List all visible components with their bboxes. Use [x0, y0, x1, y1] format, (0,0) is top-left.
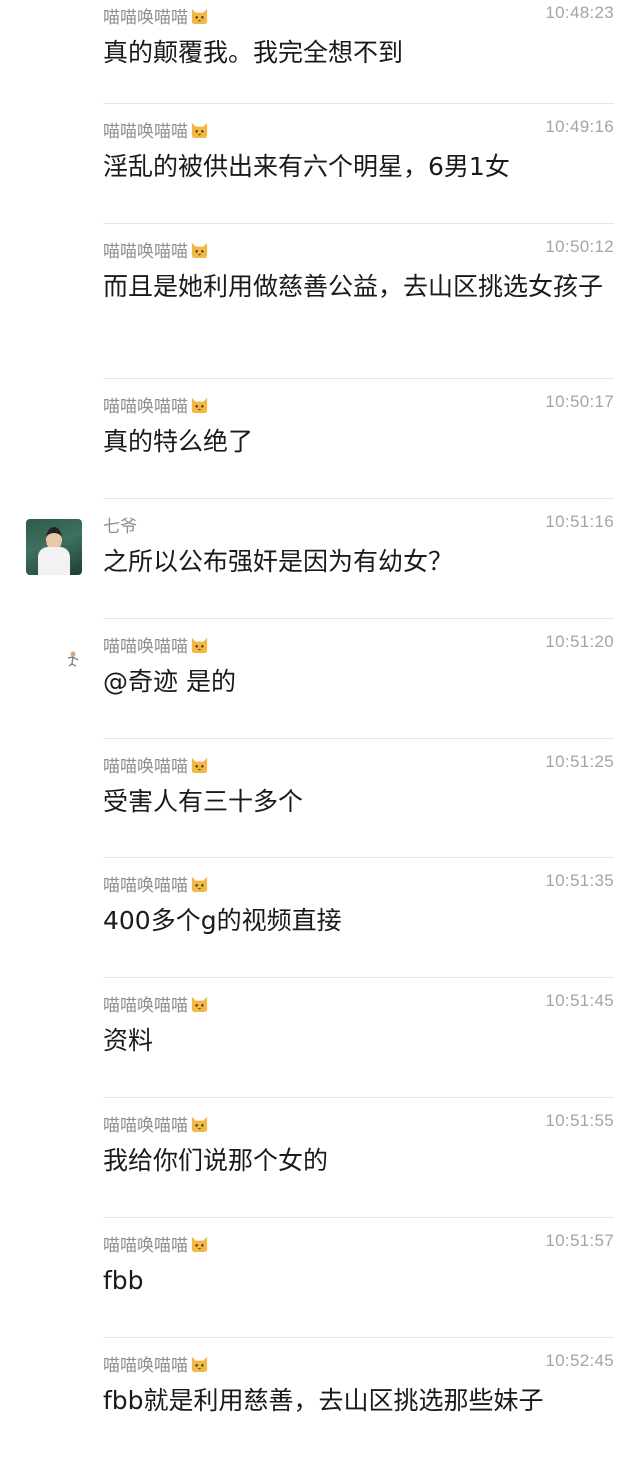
avatar[interactable] [26, 519, 82, 575]
message-timestamp: 10:51:16 [545, 512, 614, 531]
sender-name-text: 喵喵唤喵喵 [103, 1236, 188, 1256]
sender-name-text: 喵喵唤喵喵 [103, 1116, 188, 1136]
cat-emoji-icon [191, 1356, 208, 1373]
sender-name[interactable]: 喵喵唤喵喵 [103, 991, 209, 1016]
sender-name-text: 喵喵唤喵喵 [103, 757, 188, 777]
sender-name[interactable]: 喵喵唤喵喵 [103, 871, 209, 896]
chat-message[interactable]: 喵喵唤喵喵 10:51:35 400多个g的视频直接 [0, 858, 640, 978]
sender-name[interactable]: 七爷 [103, 512, 137, 537]
cat-emoji-icon [191, 8, 208, 25]
sender-name-text: 喵喵唤喵喵 [103, 637, 188, 657]
cat-emoji-icon [191, 757, 208, 774]
sender-name-text: 喵喵唤喵喵 [103, 876, 188, 896]
cat-emoji-icon [191, 876, 208, 893]
cat-emoji-icon [191, 1236, 208, 1253]
sender-name[interactable]: 喵喵唤喵喵 [103, 1351, 209, 1376]
message-timestamp: 10:51:55 [545, 1111, 614, 1130]
cat-emoji-icon [191, 242, 208, 259]
sender-name[interactable]: 喵喵唤喵喵 [103, 3, 209, 28]
user-photo-avatar [26, 519, 82, 575]
message-text[interactable]: @奇迹 是的 [103, 664, 603, 700]
cat-emoji-icon [191, 996, 208, 1013]
message-text[interactable]: 400多个g的视频直接 [103, 903, 603, 939]
message-text[interactable]: 资料 [103, 1023, 603, 1059]
cat-emoji-icon [191, 637, 208, 654]
cat-emoji-icon [191, 1116, 208, 1133]
message-text[interactable]: 淫乱的被供出来有六个明星，6男1女 [103, 149, 603, 185]
sender-name[interactable]: 喵喵唤喵喵 [103, 237, 209, 262]
message-timestamp: 10:48:23 [545, 3, 614, 22]
chat-history-list[interactable]: 喵喵唤喵喵 10:48:23 真的颠覆我。我完全想不到 喵喵唤喵喵 10:49:… [0, 0, 640, 1468]
sender-name[interactable]: 喵喵唤喵喵 [103, 752, 209, 777]
message-text[interactable]: 我给你们说那个女的 [103, 1143, 603, 1179]
sender-name-text: 喵喵唤喵喵 [103, 397, 188, 417]
chat-message[interactable]: 喵喵唤喵喵 10:49:16 淫乱的被供出来有六个明星，6男1女 [0, 104, 640, 224]
message-timestamp: 10:51:35 [545, 871, 614, 890]
message-timestamp: 10:51:57 [545, 1231, 614, 1250]
chat-message[interactable]: 喵喵唤喵喵 10:51:57 fbb [0, 1218, 640, 1338]
message-timestamp: 10:49:16 [545, 117, 614, 136]
message-text[interactable]: fbb [103, 1263, 603, 1299]
message-text[interactable]: 真的特么绝了 [103, 424, 603, 460]
message-timestamp: 10:50:17 [545, 392, 614, 411]
message-text[interactable]: 受害人有三十多个 [103, 784, 603, 820]
message-text[interactable]: 而且是她利用做慈善公益，去山区挑选女孩子 [103, 269, 603, 305]
cat-emoji-icon [191, 397, 208, 414]
chat-message[interactable]: 喵喵唤喵喵 10:51:45 资料 [0, 978, 640, 1098]
sender-name-text: 喵喵唤喵喵 [103, 996, 188, 1016]
chat-message[interactable]: 喵喵唤喵喵 10:51:55 我给你们说那个女的 [0, 1098, 640, 1218]
chat-message[interactable]: 喵喵唤喵喵 10:51:25 受害人有三十多个 [0, 739, 640, 858]
chat-message[interactable]: 喵喵唤喵喵 10:52:45 fbb就是利用慈善，去山区挑选那些妹子 [0, 1338, 640, 1468]
sender-name[interactable]: 喵喵唤喵喵 [103, 392, 209, 417]
message-timestamp: 10:51:45 [545, 991, 614, 1010]
sender-name-text: 喵喵唤喵喵 [103, 1356, 188, 1376]
message-timestamp: 10:51:20 [545, 632, 614, 651]
sender-name[interactable]: 喵喵唤喵喵 [103, 1111, 209, 1136]
message-timestamp: 10:50:12 [545, 237, 614, 256]
chat-message[interactable]: 喵喵唤喵喵 10:50:17 真的特么绝了 [0, 379, 640, 499]
sender-name-text: 喵喵唤喵喵 [103, 122, 188, 142]
chat-message[interactable]: 七爷 10:51:16 之所以公布强奸是因为有幼女？ [0, 499, 640, 619]
sender-name-text: 喵喵唤喵喵 [103, 242, 188, 262]
message-text[interactable]: 之所以公布强奸是因为有幼女？ [103, 544, 603, 580]
sender-name[interactable]: 喵喵唤喵喵 [103, 1231, 209, 1256]
sender-name[interactable]: 喵喵唤喵喵 [103, 117, 209, 142]
sender-name-text: 七爷 [103, 517, 137, 537]
small-figure-avatar-icon[interactable] [64, 649, 82, 667]
cat-emoji-icon [191, 122, 208, 139]
chat-message[interactable]: 喵喵唤喵喵 10:51:20 @奇迹 是的 [0, 619, 640, 739]
sender-name-text: 喵喵唤喵喵 [103, 8, 188, 28]
message-text[interactable]: 真的颠覆我。我完全想不到 [103, 35, 603, 71]
sender-name[interactable]: 喵喵唤喵喵 [103, 632, 209, 657]
message-timestamp: 10:51:25 [545, 752, 614, 771]
chat-message[interactable]: 喵喵唤喵喵 10:48:23 真的颠覆我。我完全想不到 [0, 0, 640, 104]
chat-message[interactable]: 喵喵唤喵喵 10:50:12 而且是她利用做慈善公益，去山区挑选女孩子 [0, 224, 640, 379]
message-text[interactable]: fbb就是利用慈善，去山区挑选那些妹子 [103, 1383, 603, 1419]
message-timestamp: 10:52:45 [545, 1351, 614, 1370]
